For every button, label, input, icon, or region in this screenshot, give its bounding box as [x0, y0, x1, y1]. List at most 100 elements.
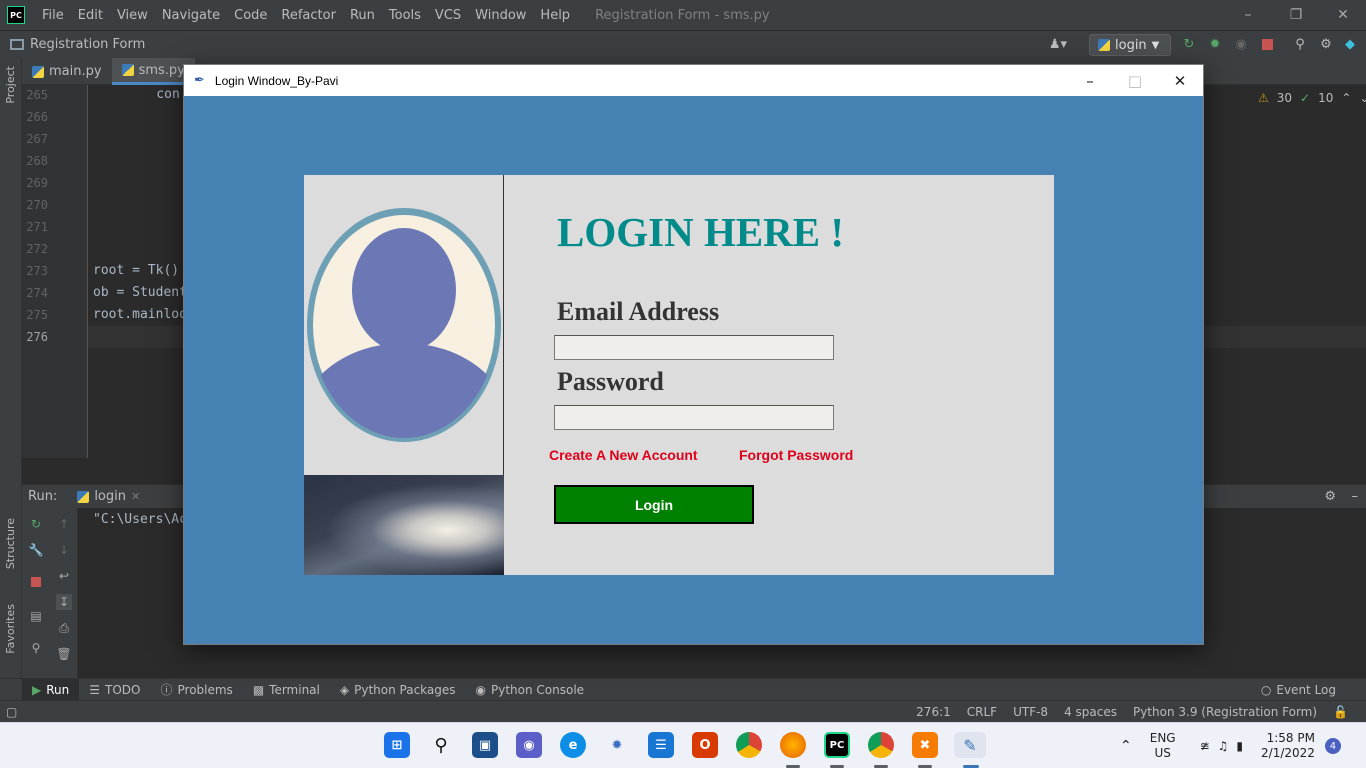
ide-close-button[interactable]: ✕ [1320, 0, 1366, 30]
chrome-profile-icon[interactable] [868, 732, 894, 758]
structure-tool-label[interactable]: Structure [4, 518, 17, 569]
run-tab-login[interactable]: login ✕ [77, 489, 140, 504]
menu-vcs[interactable]: VCS [435, 8, 461, 23]
snipping-tool-icon[interactable]: ✹ [604, 732, 630, 758]
login-window-titlebar[interactable]: ✒ Login Window_By-Pavi – □ ✕ [184, 65, 1203, 96]
tool-python-console[interactable]: ◉ Python Console [466, 679, 595, 701]
line-number: 274 [26, 286, 48, 300]
rerun-icon[interactable]: ↻ [1181, 36, 1197, 52]
stop-icon[interactable] [28, 574, 44, 590]
hide-icon[interactable]: – [1352, 489, 1359, 504]
pycharm-icon[interactable]: PC [824, 732, 850, 758]
tool-todo[interactable]: ☰ TODO [79, 679, 150, 701]
file-encoding[interactable]: UTF-8 [1013, 705, 1048, 719]
chat-icon[interactable]: ◉ [516, 732, 542, 758]
start-button[interactable]: ⊞ [384, 732, 410, 758]
user-icon[interactable]: ♟▾ [1046, 36, 1070, 52]
breadcrumb-project[interactable]: Registration Form [30, 37, 145, 52]
menu-navigate[interactable]: Navigate [162, 8, 220, 23]
search-icon[interactable]: ⚲ [1292, 36, 1308, 52]
tool-label: Terminal [269, 682, 320, 697]
menu-bar: File Edit View Navigate Code Refactor Ru… [35, 8, 577, 23]
python-interpreter[interactable]: Python 3.9 (Registration Form) [1133, 705, 1317, 719]
scroll-to-end-icon[interactable]: ↧ [56, 594, 72, 610]
favorites-tool-label[interactable]: Favorites [4, 604, 17, 654]
language-indicator[interactable]: ENG US [1150, 731, 1176, 761]
battery-icon[interactable]: ▮ [1236, 739, 1243, 753]
chevron-up-icon[interactable]: ⌃ [1120, 738, 1132, 754]
task-view-icon[interactable]: ▣ [472, 732, 498, 758]
menu-run[interactable]: Run [350, 8, 375, 23]
tool-problems[interactable]: ⓘ Problems [150, 679, 242, 701]
notepad-icon[interactable]: ☰ [648, 732, 674, 758]
volume-icon[interactable]: ♫ [1218, 739, 1229, 753]
tool-terminal[interactable]: ▩ Terminal [243, 679, 330, 701]
rerun-icon[interactable]: ↻ [28, 516, 44, 532]
office-icon[interactable]: O [692, 732, 718, 758]
create-account-link[interactable]: Create A New Account [549, 447, 698, 463]
login-minimize-button[interactable]: – [1067, 65, 1113, 96]
chevron-down-icon[interactable]: ⌄ [1359, 91, 1366, 105]
notification-badge[interactable]: 4 [1324, 738, 1341, 754]
code-with-me-icon[interactable]: ◆ [1342, 36, 1358, 52]
python-file-icon [121, 64, 134, 76]
menu-view[interactable]: View [117, 8, 148, 23]
project-tool-label[interactable]: Project [4, 66, 17, 104]
login-button[interactable]: Login [554, 485, 754, 524]
soft-wrap-icon[interactable]: ↩ [56, 568, 72, 584]
run-panel-label: Run: [28, 489, 58, 504]
coverage-icon[interactable]: ◉ [1233, 36, 1249, 52]
menu-edit[interactable]: Edit [78, 8, 103, 23]
close-icon[interactable]: ✕ [131, 490, 140, 503]
wifi-icon[interactable]: ≇ [1200, 739, 1210, 753]
stop-button[interactable] [1259, 36, 1275, 52]
arrow-up-icon[interactable]: ↑ [56, 516, 72, 532]
menu-refactor[interactable]: Refactor [281, 8, 336, 23]
layout-icon[interactable]: ▤ [28, 608, 44, 624]
menu-window[interactable]: Window [475, 8, 526, 23]
windows-taskbar: ⊞ ⚲ ▣ ◉ e ✹ ☰ O PC ✖ ✎ ⌃ ENG US ≇ ♫ ▮ 1:… [0, 722, 1366, 768]
wrench-icon[interactable]: 🔧 [28, 542, 44, 558]
chevron-up-icon[interactable]: ⌃ [1341, 91, 1351, 105]
clock[interactable]: 1:58 PM 2/1/2022 [1261, 731, 1315, 761]
menu-code[interactable]: Code [234, 8, 267, 23]
ide-minimize-button[interactable]: – [1225, 0, 1271, 30]
login-close-button[interactable]: ✕ [1157, 65, 1203, 96]
menu-file[interactable]: File [42, 8, 64, 23]
indent-setting[interactable]: 4 spaces [1064, 705, 1117, 719]
toggle-panels-icon[interactable]: ▢ [6, 705, 17, 719]
trash-icon[interactable]: 🗑 [56, 646, 72, 662]
debug-icon[interactable]: ✹ [1207, 36, 1223, 52]
menu-help[interactable]: Help [540, 8, 570, 23]
python-tk-window-icon[interactable]: ✎ [954, 732, 986, 758]
login-maximize-button[interactable]: □ [1112, 65, 1158, 96]
tab-main-py[interactable]: main.py [22, 58, 112, 85]
forgot-password-link[interactable]: Forgot Password [739, 447, 853, 463]
email-field[interactable] [554, 335, 834, 360]
search-icon[interactable]: ⚲ [428, 732, 454, 758]
code-line: root.mainloo [93, 307, 187, 322]
run-config-dropdown[interactable]: login ▼ [1089, 34, 1171, 56]
caret-position[interactable]: 276:1 [916, 705, 951, 719]
print-icon[interactable]: ⎙ [56, 620, 72, 636]
edge-browser-icon[interactable]: e [560, 732, 586, 758]
firefox-icon[interactable] [780, 732, 806, 758]
arrow-down-icon[interactable]: ↓ [56, 542, 72, 558]
inspection-widget[interactable]: ⚠ 30 ✓ 10 ⌃ ⌄ [1258, 91, 1366, 105]
pin-icon[interactable]: ⚲ [28, 640, 44, 656]
password-field[interactable] [554, 405, 834, 430]
tool-run[interactable]: ▶ Run [22, 678, 80, 701]
breadcrumb[interactable]: Registration Form [10, 37, 145, 52]
settings-gear-icon[interactable]: ⚙ [1324, 489, 1336, 504]
tool-event-log[interactable]: ○ Event Log [1251, 679, 1346, 701]
chrome-icon[interactable] [736, 732, 762, 758]
email-label: Email Address [557, 297, 720, 326]
lock-icon[interactable]: 🔓 [1333, 705, 1348, 719]
tool-python-packages[interactable]: ◈ Python Packages [330, 679, 466, 701]
xampp-icon[interactable]: ✖ [912, 732, 938, 758]
run-config-label: login [1115, 37, 1147, 53]
settings-gear-icon[interactable]: ⚙ [1318, 36, 1334, 52]
line-separator[interactable]: CRLF [967, 705, 997, 719]
ide-restore-button[interactable]: ❐ [1273, 0, 1319, 30]
menu-tools[interactable]: Tools [389, 8, 421, 23]
